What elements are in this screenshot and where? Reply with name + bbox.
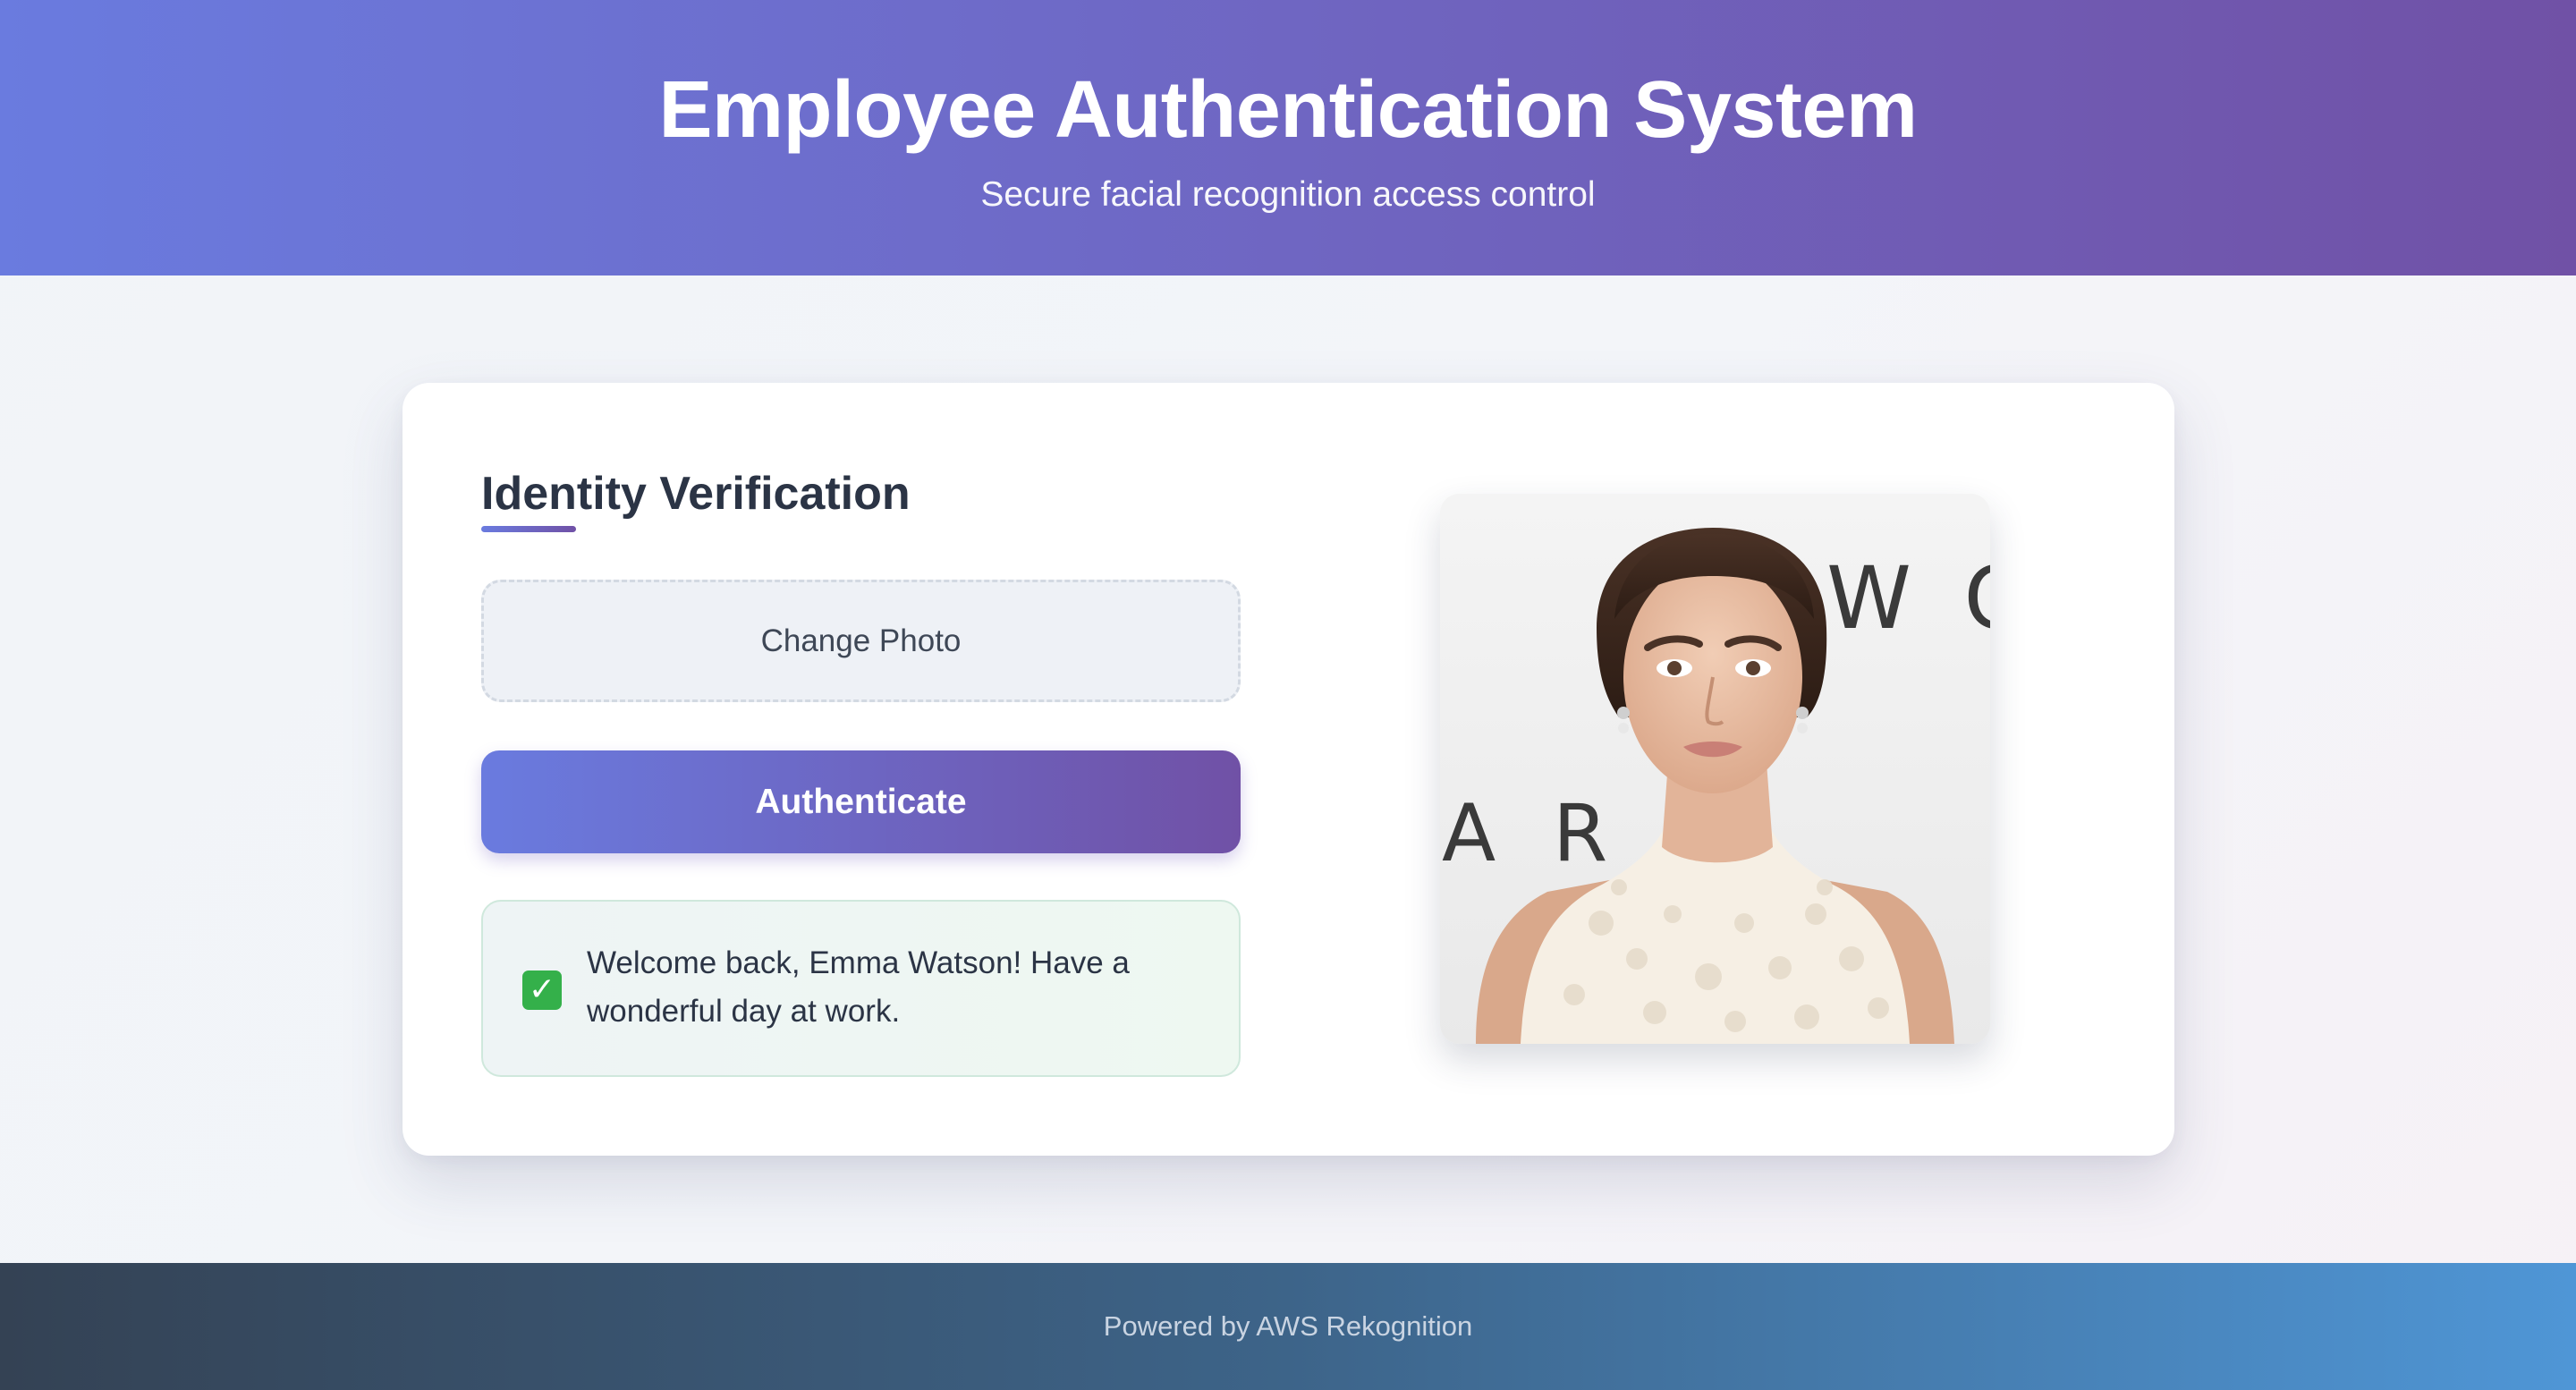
footer-text: Powered by AWS Rekognition [1103,1310,1473,1342]
result-message-box: ✓ Welcome back, Emma Watson! Have a wond… [481,900,1241,1077]
employee-portrait-image: W C A R [1440,494,1990,1044]
page-subtitle: Secure facial recognition access control [980,175,1596,214]
authenticate-button[interactable]: Authenticate [481,750,1241,853]
app-footer: Powered by AWS Rekognition [0,1263,2576,1390]
page-title: Employee Authentication System [658,65,1918,155]
employee-photo: W C A R [1440,494,1990,1044]
card-title: Identity Verification [481,468,911,520]
backdrop-letters-bottom: A R [1442,787,1623,879]
title-underline [481,526,576,532]
change-photo-label: Change Photo [760,623,962,658]
authenticate-label: Authenticate [755,782,967,821]
verification-card: Identity Verification Change Photo Authe… [402,383,2174,1156]
check-mark-icon: ✓ [522,970,562,1010]
backdrop-letters-top: W C [1826,548,1990,648]
app-header: Employee Authentication System Secure fa… [0,0,2576,275]
result-message: Welcome back, Emma Watson! Have a wonder… [587,945,1130,1029]
change-photo-button[interactable]: Change Photo [481,580,1241,702]
